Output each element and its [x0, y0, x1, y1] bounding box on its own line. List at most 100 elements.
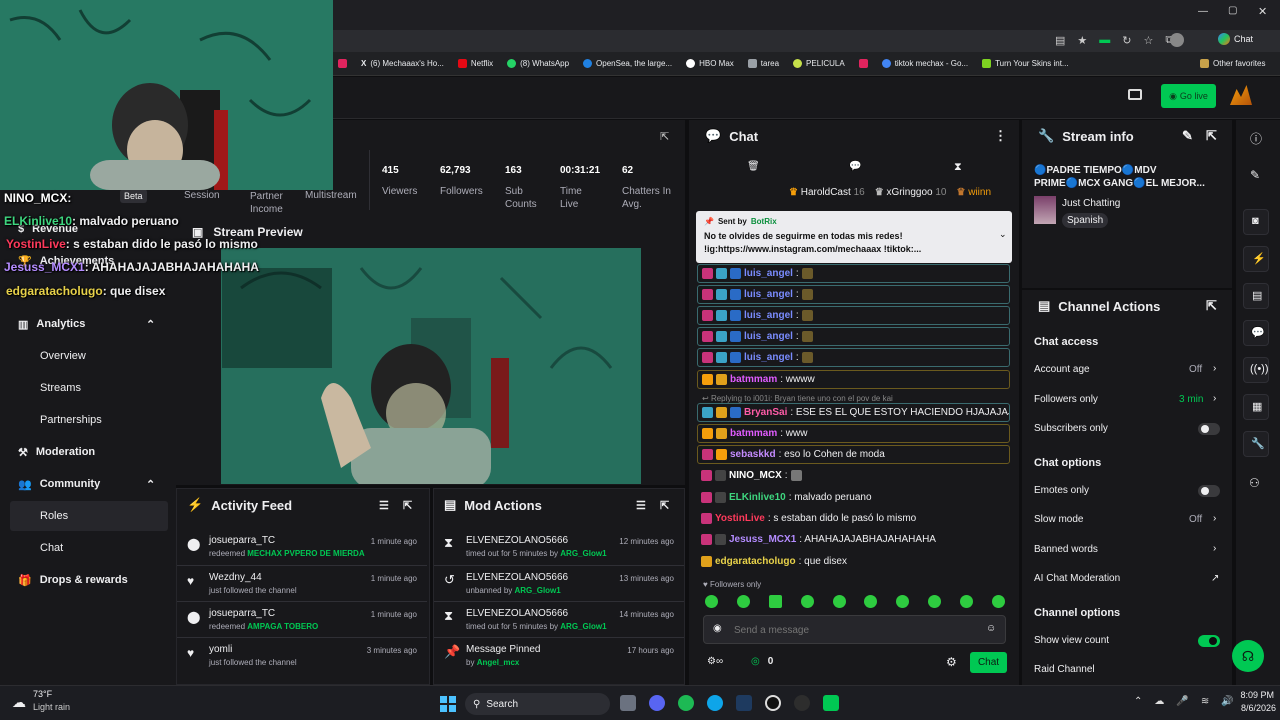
channel-points[interactable]: ◎ 0 [751, 656, 773, 667]
reader-icon[interactable]: ▤ [1055, 34, 1065, 47]
support-button[interactable]: ☊ [1232, 640, 1264, 672]
tab-partner-income[interactable]: Partner Income [250, 190, 295, 216]
refresh-icon[interactable]: ↻ [1122, 34, 1131, 47]
profile-avatar[interactable] [1170, 33, 1184, 47]
category-thumbnail[interactable] [1034, 196, 1056, 224]
emote-icon[interactable] [768, 595, 782, 608]
banned-words-label[interactable]: Banned words [1034, 544, 1098, 555]
account-age-value[interactable]: Off [1189, 364, 1202, 375]
edit-icon[interactable]: ✎ [1182, 128, 1193, 144]
gifter[interactable]: ♛ HaroldCast 16 [789, 187, 865, 198]
other-favorites[interactable]: Other favorites [1200, 59, 1265, 68]
popout-icon[interactable]: ⇱ [660, 130, 669, 143]
chat-message[interactable]: edgaratacholugo: que disex [697, 552, 1010, 571]
slow-mode-label[interactable]: Slow mode [1034, 514, 1083, 525]
discord-icon[interactable] [649, 695, 665, 711]
gifter[interactable]: ♛ xGringgoo 10 [875, 187, 947, 198]
minimize-icon[interactable]: — [1198, 6, 1208, 17]
pinned-message[interactable]: 📌 Sent by BotRix No te olvides de seguirme… [696, 211, 1012, 263]
obs-icon[interactable] [765, 695, 781, 711]
bookmark[interactable]: Turn Your Skins int... [982, 59, 1069, 68]
weather-desc[interactable]: Light rain [33, 702, 70, 712]
copilot-chat-button[interactable]: Chat [1218, 33, 1253, 45]
nav-analytics[interactable]: ▥ Analytics ⌃ [0, 309, 170, 339]
popout-icon[interactable]: ⇱ [1206, 298, 1217, 314]
cloud-icon[interactable]: ☁ [1154, 696, 1164, 707]
app-icon[interactable] [794, 695, 810, 711]
chat-message[interactable]: luis_angel: [697, 264, 1010, 283]
popout-icon[interactable]: ⇱ [403, 499, 412, 512]
filter-icon[interactable]: ☰ [379, 499, 389, 512]
nav-community[interactable]: 👥 Community ⌃ [0, 469, 170, 499]
go-live-button[interactable]: ◉ Go live [1161, 84, 1216, 108]
bookmark[interactable]: HBO Max [686, 59, 734, 68]
nav-chat[interactable]: Chat [0, 533, 170, 563]
edit-icon[interactable]: ✎ [1250, 168, 1260, 182]
chat-message[interactable]: Jesuss_MCX1: AHAHAJAJABHAJAHAHAHA [697, 530, 1010, 549]
chat-message[interactable]: YostinLive: s estaban dido le pasó lo mi… [697, 509, 1010, 528]
mod-tools-icon[interactable]: ⚙∞ [707, 656, 723, 667]
chat-message[interactable]: luis_angel: [697, 348, 1010, 367]
chat-message[interactable]: sebaskkd: eso lo Cohen de moda [697, 445, 1010, 464]
chat-message[interactable]: batmmam: wwww [697, 370, 1010, 389]
account-age-label[interactable]: Account age [1034, 364, 1090, 375]
emote-icon[interactable] [736, 595, 750, 608]
maximize-icon[interactable]: ▢ [1228, 5, 1237, 16]
followers-only-value[interactable]: 3 min [1179, 394, 1203, 405]
star-icon[interactable]: ★ [1077, 34, 1087, 47]
external-link-icon[interactable]: ↗ [1211, 573, 1219, 584]
chevron-right-icon[interactable]: › [1213, 393, 1216, 404]
chat-message[interactable]: BryanSai: ESE ES EL QUE ESTOY HACIENDO H… [697, 403, 1010, 422]
nav-partnerships[interactable]: Partnerships [0, 405, 170, 435]
emote-icon[interactable] [800, 595, 814, 608]
subscribers-only-toggle[interactable] [1198, 423, 1220, 435]
chat-icon[interactable]: 💬 [849, 161, 861, 172]
bookmark[interactable]: tiktok mechax - Go... [881, 59, 968, 68]
nav-roles[interactable]: Roles [10, 501, 168, 531]
tab-multistream[interactable]: Multistream [305, 190, 357, 201]
info-icon[interactable]: ⓘ [1250, 130, 1262, 147]
rail-document-button[interactable]: ▤ [1243, 283, 1269, 309]
emote-icon[interactable] [896, 595, 910, 608]
task-view-icon[interactable] [620, 695, 636, 711]
emote-icon[interactable] [928, 595, 942, 608]
bookmark[interactable]: Netflix [457, 59, 493, 68]
settings-icon[interactable]: ⚙ [946, 655, 957, 669]
clock-time[interactable]: 8:09 PM [1238, 690, 1274, 700]
rail-chat-button[interactable]: 💬 [1243, 320, 1269, 346]
bookmark[interactable]: X (6) Mechaaax's Ho... [361, 59, 444, 68]
chevron-right-icon[interactable]: › [1213, 363, 1216, 374]
spotify-icon[interactable] [678, 695, 694, 711]
emote-icon[interactable] [991, 595, 1005, 608]
category-name[interactable]: Just Chatting [1062, 198, 1120, 209]
emote-icon[interactable] [960, 595, 973, 608]
chevron-right-icon[interactable]: › [1213, 513, 1216, 524]
chat-message[interactable]: luis_angel: [697, 285, 1010, 304]
hourglass-icon[interactable]: ⧗ [954, 161, 962, 174]
user-avatar[interactable] [1230, 85, 1252, 105]
rail-layout-button[interactable]: ▦ [1243, 394, 1269, 420]
volume-icon[interactable]: 🔊 [1221, 696, 1233, 707]
chat-input-box[interactable]: ◉ ☺ [703, 615, 1006, 644]
raid-channel-label[interactable]: Raid Channel [1034, 664, 1095, 675]
gifter[interactable]: ♛ wiinn [956, 187, 991, 198]
chat-message[interactable]: NINO_MCX: [697, 466, 1010, 485]
chat-message[interactable]: luis_angel: [697, 327, 1010, 346]
emoji-icon[interactable]: ◉ [713, 623, 722, 634]
show-view-count-toggle[interactable] [1198, 635, 1220, 647]
chat-message[interactable]: luis_angel: [697, 306, 1010, 325]
close-icon[interactable]: ✕ [1258, 5, 1267, 18]
emotes-only-toggle[interactable] [1198, 485, 1220, 497]
rail-broadcast-button[interactable]: ((•)) [1243, 357, 1269, 383]
nav-moderation[interactable]: ⚒ Moderation [0, 437, 170, 467]
tab-session[interactable]: Session [184, 190, 220, 201]
emote-icon[interactable] [832, 595, 846, 608]
community-icon[interactable]: ⚇ [1249, 476, 1260, 490]
chevron-up-icon[interactable]: ⌃ [1134, 696, 1142, 707]
bookmark[interactable] [338, 59, 347, 68]
ai-moderation-label[interactable]: AI Chat Moderation [1034, 573, 1120, 584]
preview-video[interactable] [221, 248, 641, 484]
rail-bolt-button[interactable]: ⚡ [1243, 246, 1269, 272]
bookmark[interactable] [858, 59, 868, 68]
chat-message[interactable]: batmmam: www [697, 424, 1010, 443]
